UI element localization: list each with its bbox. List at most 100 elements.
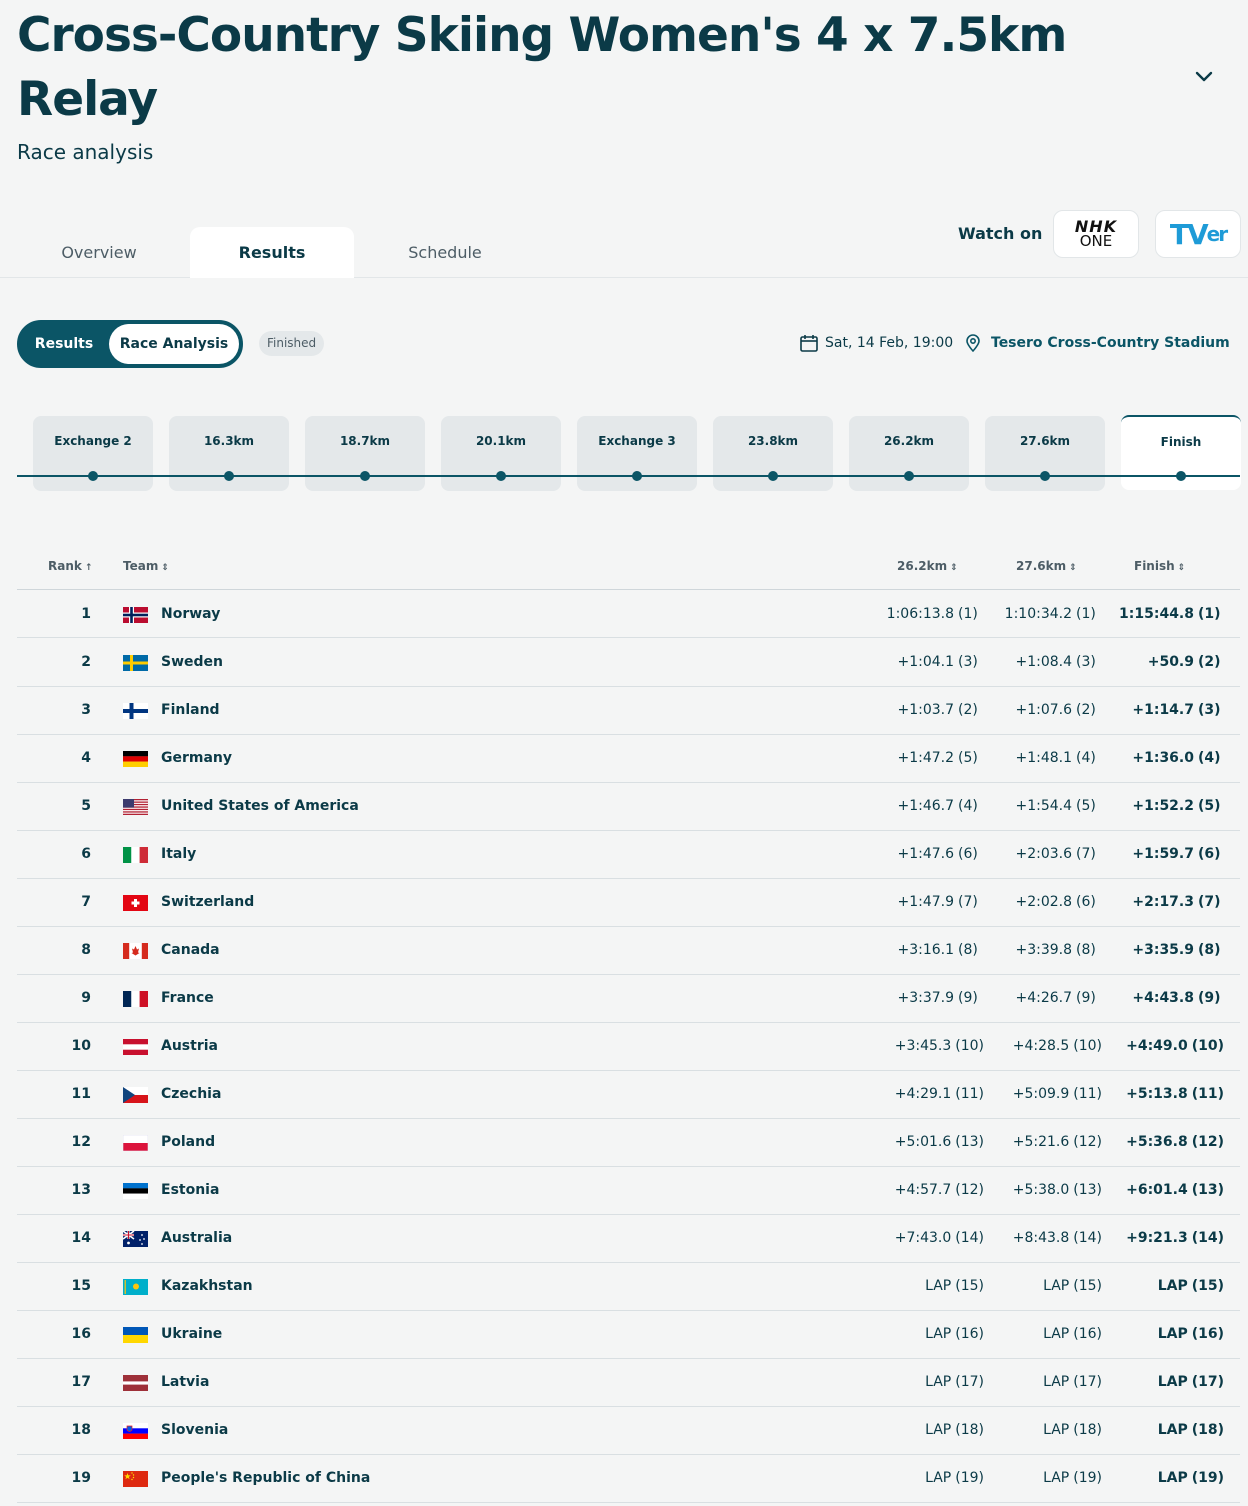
table-row[interactable]: 16 Ukraine LAP (16) LAP (16) LAP (16) [17, 1311, 1240, 1359]
table-row[interactable]: 7 Switzerland +1:47.9 (7) +2:02.8 (6) +2:17.3(… [17, 879, 1240, 927]
table-row[interactable]: 19 People's Republic of China LAP (19) LAP (1… [17, 1455, 1240, 1503]
time-value: +4:57.7 [894, 1182, 952, 1198]
calendar-icon [800, 335, 818, 352]
time-value: +1:36.0 [1132, 750, 1194, 766]
row-27-6km: LAP (19) [975, 1470, 1102, 1486]
time-value: LAP [1043, 1326, 1070, 1342]
row-rank: 14 [71, 1230, 91, 1246]
table-row[interactable]: 5 United States of America +1:46.7 (4) +1:54… [17, 783, 1240, 831]
checkpoint-label: 26.2km [883, 434, 935, 448]
time-value: LAP [1043, 1278, 1070, 1294]
tab-schedule[interactable]: Schedule [363, 227, 527, 278]
column-27-6km[interactable]: 27.6km ⇕ [1016, 559, 1077, 573]
time-value: +1:47.2 [897, 750, 954, 766]
table-row[interactable]: 18 Slovenia LAP (18) LAP (18) LAP (18) [17, 1407, 1240, 1455]
table-row[interactable]: 4 Germany +1:47.2 (5) +1:48.1 (4) +1:36.0 (4) [17, 735, 1240, 783]
position-value: (15) [1191, 1278, 1224, 1294]
flag-icon [123, 895, 148, 911]
time-value: +1:14.7 [1132, 702, 1194, 718]
time-value: +5:09.9 [1012, 1086, 1070, 1102]
position-value: (9) [1198, 990, 1221, 1006]
time-value: LAP [1157, 1422, 1188, 1438]
column-rank[interactable]: Rank ↑ [48, 559, 92, 573]
row-team: People's Republic of China [161, 1470, 371, 1486]
chevron-down-icon[interactable] [1192, 64, 1216, 88]
event-venue[interactable]: Tesero Cross-Country Stadium [963, 333, 1230, 353]
position-value: (2) [1198, 654, 1221, 670]
column-finish[interactable]: Finish ⇕ [1134, 559, 1185, 573]
row-team: Norway [161, 606, 221, 622]
checkpoint-dot [224, 471, 234, 481]
time-value: LAP [1043, 1374, 1070, 1390]
column-26-2km[interactable]: 26.2km ⇕ [897, 559, 958, 573]
table-row[interactable]: 15 Kazakhstan LAP (15) LAP (15) LAP (15) [17, 1263, 1240, 1311]
row-27-6km: +5:09.9 (11) [975, 1086, 1102, 1102]
nhk-one-button[interactable]: NHK ONE [1053, 210, 1139, 258]
table-row[interactable]: 10 Austria +3:45.3 (10) +4:28.5 (10) +4:49.0 (1… [17, 1023, 1240, 1071]
row-rank: 3 [81, 702, 91, 718]
time-value: +50.9 [1147, 654, 1194, 670]
table-row[interactable]: 14 Australia +7:43.0 (14) +8:43.8 (14) +9:21.3… [17, 1215, 1240, 1263]
sort-asc-icon: ↑ [84, 563, 93, 573]
table-row[interactable]: 3 Finland +1:03.7 (2) +1:07.6 (2) +1:14.7 (3) [17, 687, 1240, 735]
time-value: LAP [925, 1422, 952, 1438]
row-team: Kazakhstan [161, 1278, 253, 1294]
checkpoint-dot [1176, 471, 1186, 481]
position-value: (16) [1191, 1326, 1224, 1342]
checkpoint-dot [88, 471, 98, 481]
table-row[interactable]: 2 Sweden +1:04.1 (3) +1:08.4 (3) +50.9 (2) [17, 639, 1240, 687]
time-value: +5:13.8 [1126, 1086, 1188, 1102]
row-rank: 19 [71, 1470, 91, 1486]
time-value: +7:43.0 [894, 1230, 952, 1246]
watch-on-label: Watch on [958, 224, 1043, 243]
time-value: +5:36.8 [1126, 1134, 1188, 1150]
toggle-results[interactable]: Results [19, 322, 109, 366]
row-27-6km: LAP (16) [975, 1326, 1102, 1342]
row-team: Latvia [161, 1374, 210, 1390]
row-team: Germany [161, 750, 233, 766]
row-26-2km: +1:46.7 (4) [857, 798, 984, 814]
row-26-2km: +1:04.1 (3) [857, 654, 984, 670]
flag-icon [123, 1135, 148, 1151]
row-26-2km: 1:06:13.8 (1) [857, 606, 984, 622]
table-row[interactable]: 6 Italy +1:47.6 (6) +2:03.6 (7) +1:59.7 (6) [17, 831, 1240, 879]
checkpoint-dot [904, 471, 914, 481]
toggle-race-analysis[interactable]: Race Analysis [109, 324, 239, 364]
table-row[interactable]: 13 Estonia +4:57.7 (12) +5:38.0 (13) +6:01.4 (1… [17, 1167, 1240, 1215]
table-row[interactable]: 8 Canada +3:16.1 (8) +3:39.8 (8) +3:35.9 (8) [17, 927, 1240, 975]
checkpoint-label: 27.6km [1019, 434, 1071, 448]
tver-button[interactable]: TV er [1155, 210, 1241, 258]
time-value: +3:39.8 [1015, 942, 1072, 958]
table-row[interactable]: 12 Poland +5:01.6 (13) +5:21.6 (12) +5:36.8 (12… [17, 1119, 1240, 1167]
table-row[interactable]: 9 France +3:37.9 (9) +4:26.7 (9) +4:43.8 (9) [17, 975, 1240, 1023]
position-value: (6) [1198, 846, 1221, 862]
time-value: +4:26.7 [1015, 990, 1072, 1006]
column-team[interactable]: Team ⇕ [123, 559, 169, 573]
time-value: +1:54.4 [1015, 798, 1072, 814]
row-finish: +5:36.8 (12) [1093, 1134, 1224, 1150]
time-value: +1:03.7 [897, 702, 954, 718]
time-value: LAP [1157, 1278, 1188, 1294]
flag-icon [123, 655, 148, 671]
table-row[interactable]: 11 Czechia +4:29.1 (11) +5:09.9 (11) +5:13.8 (1… [17, 1071, 1240, 1119]
tab-overview[interactable]: Overview [17, 227, 181, 278]
time-value: LAP [1043, 1422, 1070, 1438]
row-rank: 1 [81, 606, 91, 622]
time-value: 1:15:44.8 [1119, 606, 1194, 622]
row-rank: 11 [71, 1086, 91, 1102]
row-27-6km: LAP (17) [975, 1374, 1102, 1390]
table-row[interactable]: 17 Latvia LAP (17) LAP (17) LAP (17) [17, 1359, 1240, 1407]
row-27-6km: +3:39.8 (8) [975, 942, 1102, 958]
row-team: France [161, 990, 214, 1006]
row-team: Sweden [161, 654, 223, 670]
row-finish: +3:35.9 (8) [1093, 942, 1224, 958]
table-row[interactable]: 1 Norway 1:06:13.8 (1) 1:10:34.2 (1) 1:15:44.8… [17, 591, 1240, 638]
time-value: +1:52.2 [1132, 798, 1194, 814]
tab-results[interactable]: Results [190, 227, 354, 278]
time-value: +1:08.4 [1015, 654, 1072, 670]
row-finish: +2:17.3 (7) [1093, 894, 1224, 910]
row-finish: +4:43.8 (9) [1093, 990, 1224, 1006]
row-27-6km: +1:54.4 (5) [975, 798, 1102, 814]
row-finish: LAP (19) [1093, 1470, 1224, 1486]
time-value: +1:48.1 [1015, 750, 1072, 766]
